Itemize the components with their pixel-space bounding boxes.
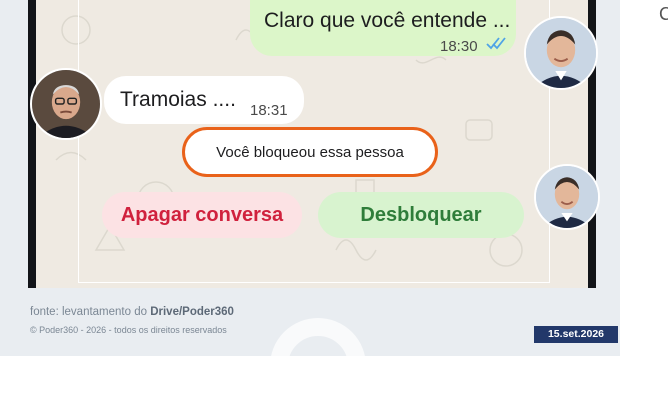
person-portrait-icon xyxy=(32,70,100,138)
outgoing-message-bubble[interactable]: Claro que você entende ... 18:30 xyxy=(250,0,516,56)
avatar xyxy=(524,16,598,90)
avatar xyxy=(534,164,600,230)
person-portrait-icon xyxy=(526,18,596,88)
infographic-card: Claro que você entende ... 18:30 Tramoia… xyxy=(0,0,620,414)
message-text: Tramoias .... xyxy=(120,88,236,111)
copyright-text: © Poder360 - 2026 - todos os direitos re… xyxy=(30,325,227,335)
blocked-notice-text: Você bloqueou essa pessoa xyxy=(216,144,404,161)
message-time: 18:31 xyxy=(250,102,288,119)
logo-watermark xyxy=(270,318,366,414)
date-badge: 15.set.2026 xyxy=(534,326,618,343)
delete-conversation-button[interactable]: Apagar conversa xyxy=(102,192,302,238)
source-prefix: fonte: levantamento do xyxy=(30,306,151,318)
avatar xyxy=(30,68,102,140)
unblock-button[interactable]: Desbloquear xyxy=(318,192,524,238)
incoming-message-bubble[interactable]: Tramoias .... 18:31 xyxy=(104,76,304,124)
source-name: Drive/Poder360 xyxy=(150,306,234,318)
person-portrait-icon xyxy=(536,166,598,228)
blocked-notice: Você bloqueou essa pessoa xyxy=(182,127,438,177)
message-time: 18:30 xyxy=(440,38,478,55)
double-check-read-icon xyxy=(486,37,506,50)
source-credit: fonte: levantamento do Drive/Poder360 xyxy=(30,306,234,318)
cropped-edge-glyph: C xyxy=(659,4,668,24)
message-text: Claro que você entende ... xyxy=(264,9,511,32)
